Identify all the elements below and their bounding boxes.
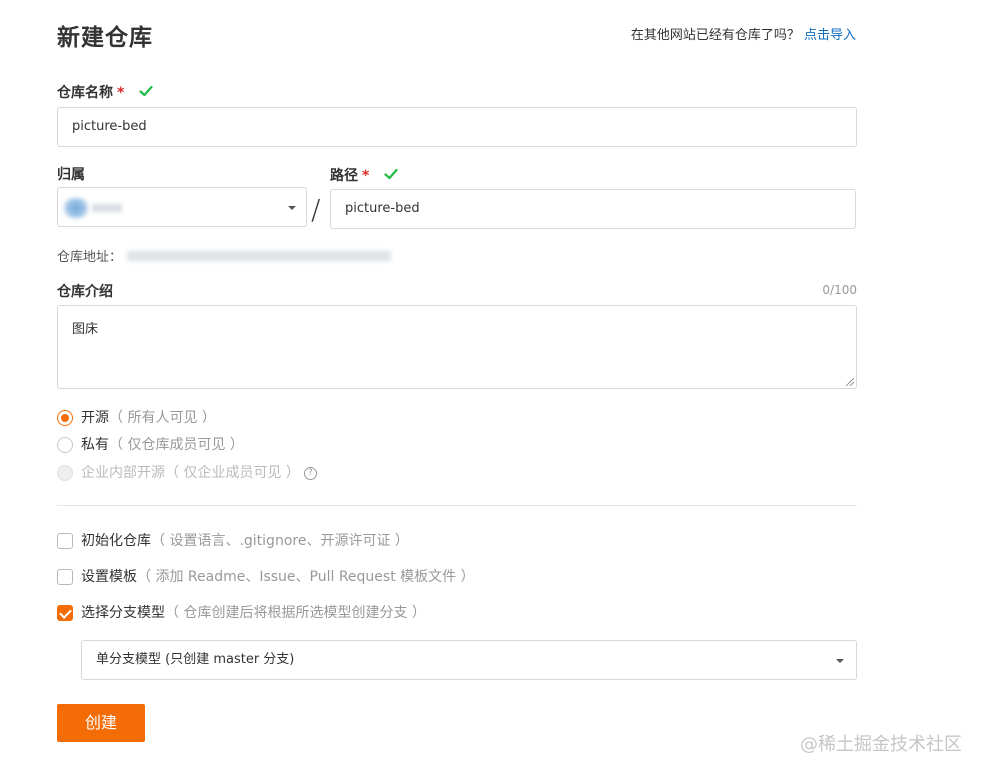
option-hint: （ 仅企业成员可见 ） — [165, 465, 300, 481]
checkbox[interactable] — [57, 533, 73, 549]
branch-model-select[interactable]: 单分支模型 (只创建 master 分支) — [81, 640, 857, 680]
branch-model-value: 单分支模型 (只创建 master 分支) — [96, 652, 295, 667]
option-hint: （ 添加 Readme、Issue、Pull Request 模板文件 ） — [137, 569, 475, 585]
required-mark: * — [362, 168, 370, 184]
caret-down-icon — [288, 206, 296, 210]
option-label: 选择分支模型 — [81, 605, 165, 621]
option-label: 初始化仓库 — [81, 533, 151, 549]
caret-down-icon — [836, 659, 844, 663]
option-hint: （ 仅仓库成员可见 ） — [109, 437, 244, 453]
check-icon — [139, 85, 153, 97]
divider — [57, 505, 857, 506]
page-title: 新建仓库 — [57, 25, 153, 51]
option-hint: （ 仓库创建后将根据所选模型创建分支 ） — [165, 605, 426, 621]
owner-label: 归属 — [57, 167, 85, 183]
description-value: 图床 — [72, 322, 99, 337]
repo-address-label: 仓库地址： — [57, 250, 123, 265]
radio-button — [57, 465, 73, 481]
option-hint: （ 设置语言、.gitignore、开源许可证 ） — [151, 533, 409, 549]
description-counter: 0/100 — [822, 283, 857, 297]
path-input[interactable]: picture-bed — [330, 189, 856, 229]
watermark: @稀土掘金技术社区 — [800, 734, 962, 755]
new-repo-page: 新建仓库 在其他网站已经有仓库了吗？ 点击导入 仓库名称 * picture-be… — [0, 0, 984, 773]
required-mark: * — [117, 85, 125, 101]
path-separator: / — [311, 193, 321, 226]
description-label: 仓库介绍 — [57, 284, 113, 300]
repo-name-label-group: 仓库名称 * — [57, 82, 153, 102]
checkbox[interactable] — [57, 605, 73, 621]
option-label: 私有 — [81, 437, 109, 453]
question-circle-icon[interactable]: ? — [303, 467, 317, 480]
owner-name-redacted — [92, 204, 122, 212]
repo-name-input[interactable]: picture-bed — [57, 107, 857, 147]
option-label: 企业内部开源 — [81, 465, 165, 481]
path-label: 路径 — [330, 168, 358, 184]
checkbox[interactable] — [57, 569, 73, 585]
option-label: 设置模板 — [81, 569, 137, 585]
create-button[interactable]: 创建 — [57, 704, 145, 742]
repo-address-redacted — [127, 251, 391, 261]
owner-select[interactable] — [57, 187, 307, 227]
radio-button[interactable] — [57, 437, 73, 453]
option-label: 开源 — [81, 410, 109, 426]
import-prompt: 在其他网站已经有仓库了吗？ 点击导入 — [631, 24, 856, 43]
path-label-group: 路径 * — [330, 165, 398, 185]
radio-button[interactable] — [57, 410, 73, 426]
check-icon — [384, 168, 398, 180]
resize-handle[interactable] — [846, 378, 854, 386]
owner-avatar — [64, 198, 88, 218]
description-textarea[interactable]: 图床 — [57, 305, 857, 389]
option-hint: （ 所有人可见 ） — [109, 410, 216, 426]
repo-name-label: 仓库名称 — [57, 85, 113, 101]
import-prompt-text: 在其他网站已经有仓库了吗？ — [630, 28, 800, 43]
import-link[interactable]: 点击导入 — [804, 28, 856, 43]
